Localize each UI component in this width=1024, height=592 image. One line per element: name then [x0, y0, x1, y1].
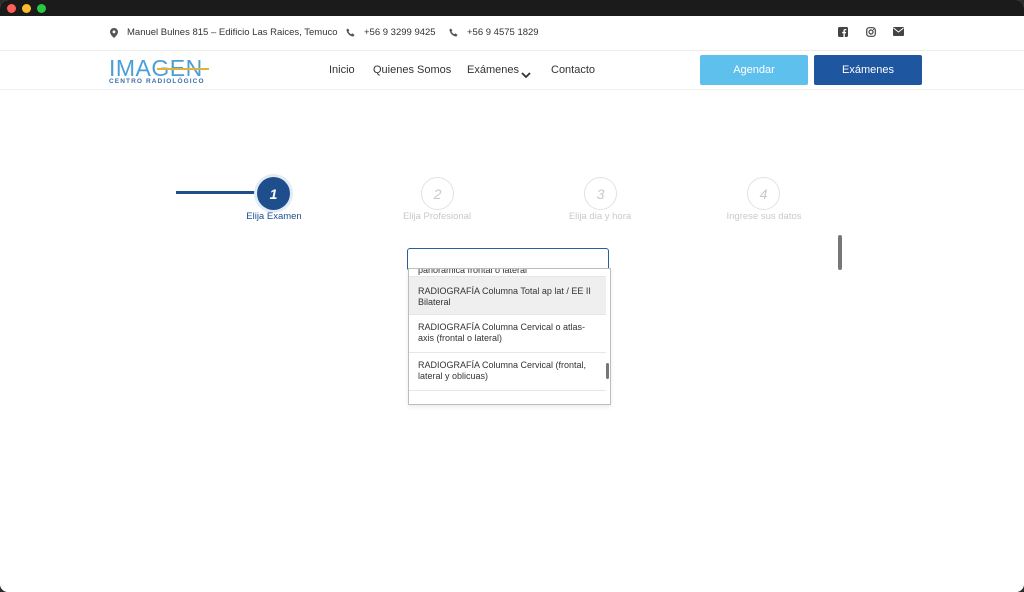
dropdown-scrollbar[interactable]	[606, 363, 609, 379]
address-text: Manuel Bulnes 815 – Edificio Las Raices,…	[127, 27, 338, 38]
step-4-label: Ingrese sus datos	[726, 211, 802, 222]
phone-text-1: +56 9 3299 9425	[364, 27, 436, 38]
instagram-icon[interactable]	[866, 27, 877, 38]
map-pin-icon	[110, 27, 118, 38]
exam-dropdown-list[interactable]: panorámica frontal o lateral RADIOGRAFÍA…	[408, 268, 611, 405]
step-3-circle[interactable]: 3	[584, 177, 617, 210]
nav-link-examenes[interactable]: Exámenes	[467, 64, 519, 76]
booking-area: 1 Elija Examen 2 Elija Profesional 3 Eli…	[0, 90, 1024, 592]
dropdown-option[interactable]: RADIOGRAFÍA Columna Cervical (frontal, l…	[409, 353, 606, 391]
logo-tagline: CENTRO RADIOLÓGICO	[109, 78, 205, 85]
logo-accent-line	[157, 68, 209, 70]
phone-icon	[346, 28, 355, 37]
progress-line	[176, 191, 268, 194]
phone-item-2[interactable]: +56 9 4575 1829	[449, 27, 539, 38]
main-navbar: IMAGEN CENTRO RADIOLÓGICO Inicio Quienes…	[0, 51, 1024, 90]
dropdown-option-highlighted[interactable]: RADIOGRAFÍA Columna Total ap lat / EE II…	[409, 277, 606, 315]
page-scrollbar[interactable]	[838, 235, 842, 270]
dropdown-option[interactable]: RADIOGRAFÍA Columna Cervical o atlas-axi…	[409, 315, 606, 353]
envelope-icon[interactable]	[893, 27, 904, 38]
contact-topbar: Manuel Bulnes 815 – Edificio Las Raices,…	[0, 16, 1024, 51]
step-1-label: Elija Examen	[246, 211, 302, 222]
step-4-circle[interactable]: 4	[747, 177, 780, 210]
maximize-window-button[interactable]	[37, 4, 46, 13]
facebook-icon[interactable]	[838, 27, 849, 38]
step-1-circle[interactable]: 1	[257, 177, 290, 210]
step-2-circle[interactable]: 2	[421, 177, 454, 210]
nav-link-inicio[interactable]: Inicio	[329, 64, 355, 76]
minimize-window-button[interactable]	[22, 4, 31, 13]
agendar-button[interactable]: Agendar	[700, 55, 808, 85]
window-titlebar	[0, 0, 1024, 16]
phone-text-2: +56 9 4575 1829	[467, 27, 539, 38]
browser-window: Manuel Bulnes 815 – Edificio Las Raices,…	[0, 0, 1024, 592]
chevron-down-icon[interactable]	[521, 66, 531, 84]
step-3-label: Elija dia y hora	[568, 211, 632, 222]
phone-icon	[449, 28, 458, 37]
address-item: Manuel Bulnes 815 – Edificio Las Raices,…	[110, 27, 338, 38]
close-window-button[interactable]	[7, 4, 16, 13]
examenes-button[interactable]: Exámenes	[814, 55, 922, 85]
nav-link-contacto[interactable]: Contacto	[551, 64, 595, 76]
phone-item-1[interactable]: +56 9 3299 9425	[346, 27, 436, 38]
step-2-label: Elija Profesional	[402, 211, 472, 222]
dropdown-option[interactable]: panorámica frontal o lateral	[409, 269, 606, 277]
nav-link-quienes-somos[interactable]: Quienes Somos	[373, 64, 451, 76]
site-logo[interactable]: IMAGEN CENTRO RADIOLÓGICO	[109, 55, 214, 87]
